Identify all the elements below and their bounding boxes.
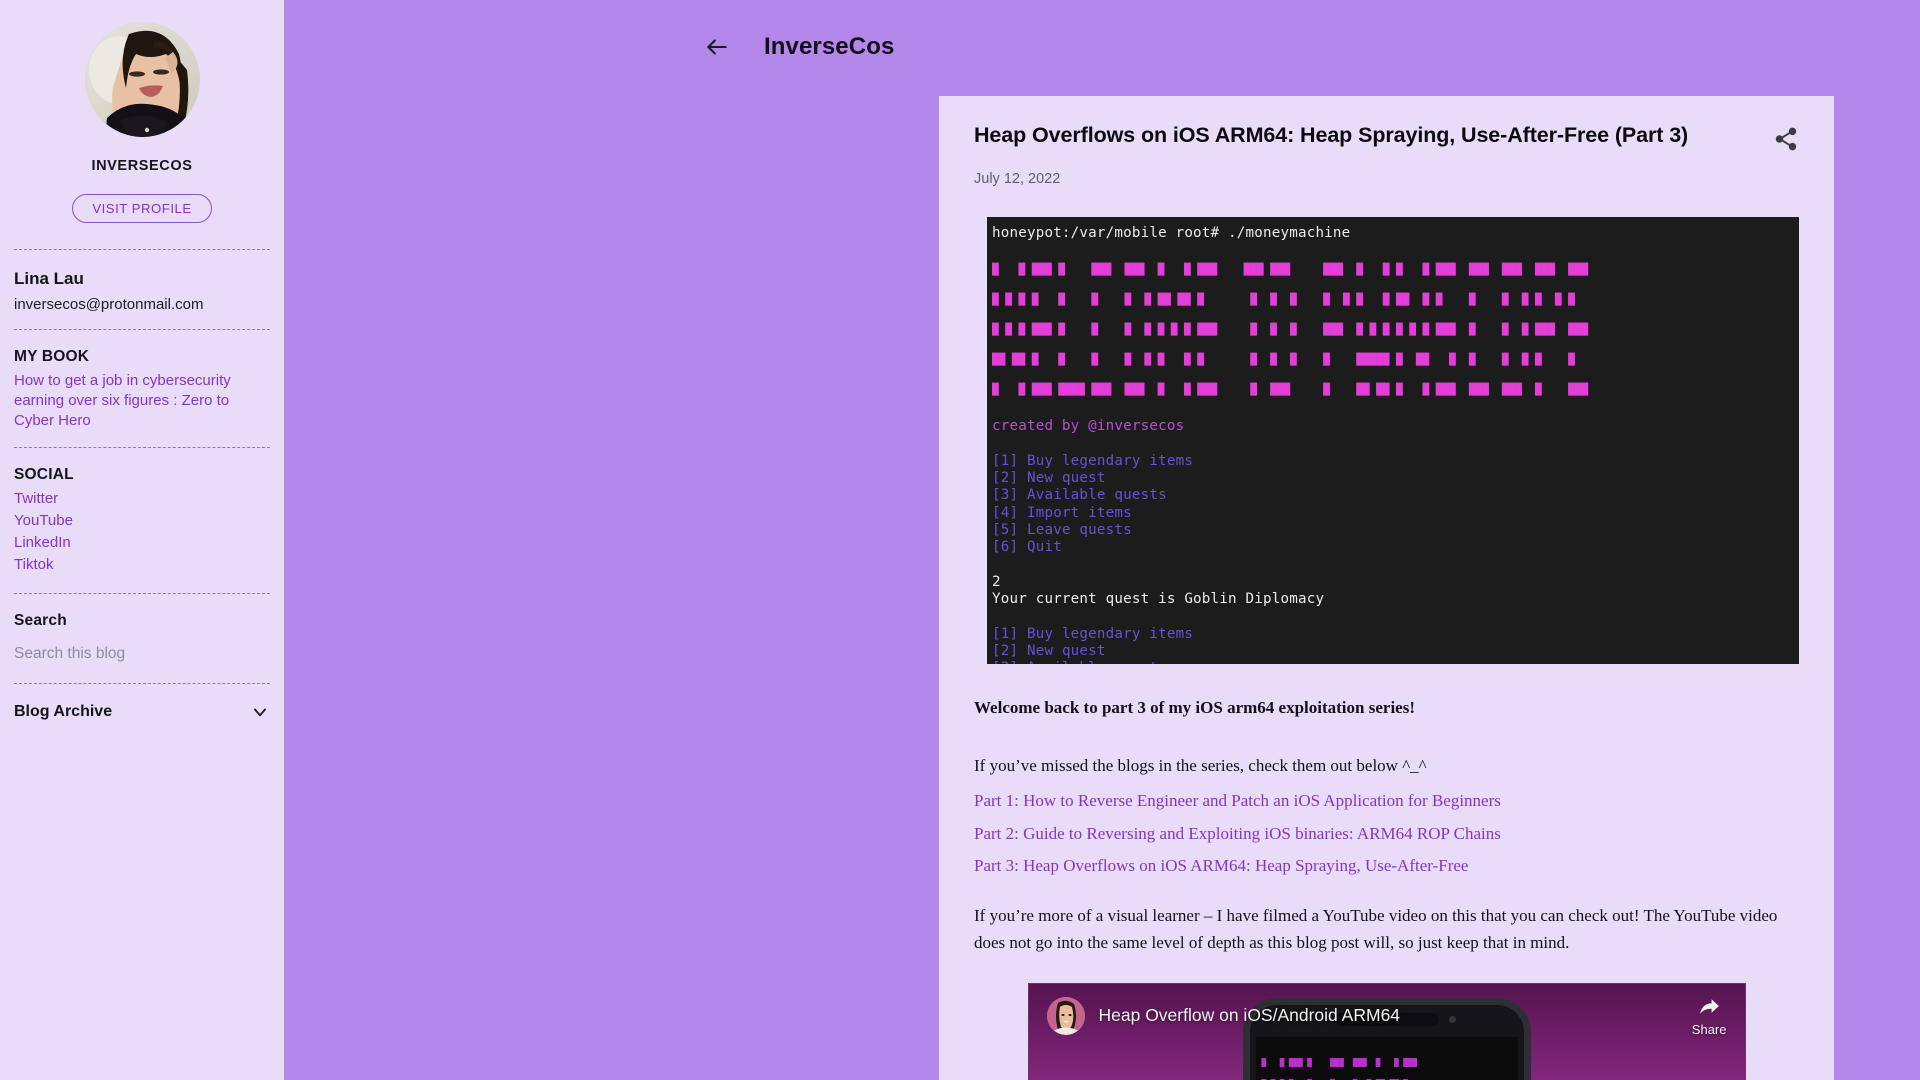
terminal-created-by: created by @inversecos bbox=[992, 418, 1185, 435]
terminal-menu-item: [2] New quest bbox=[992, 643, 1106, 660]
post-title: Heap Overflows on iOS ARM64: Heap Sprayi… bbox=[974, 123, 1689, 147]
video-title: Heap Overflow on iOS/Android ARM64 bbox=[1098, 1005, 1401, 1026]
my-book-block: MY BOOK How to get a job in cybersecurit… bbox=[14, 330, 270, 432]
search-input[interactable] bbox=[14, 635, 270, 668]
phone-ascii-banner: █ █ ███ █ ███ ███ █ █ ███ █ █ █ █ █ █ █ … bbox=[1262, 1045, 1512, 1080]
terminal-menu-item: [2] New quest bbox=[992, 470, 1106, 487]
terminal-input: 2 bbox=[992, 573, 1001, 590]
terminal-menu-item: [4] Import items bbox=[992, 504, 1132, 521]
terminal-menu-item: [5] Leave quests bbox=[992, 522, 1132, 539]
share-arrow-icon bbox=[1699, 999, 1719, 1015]
avatar-image bbox=[84, 22, 200, 137]
avatar-container bbox=[14, 0, 270, 137]
terminal-blank bbox=[990, 609, 1799, 626]
series-link-part3[interactable]: Part 3: Heap Overflows on iOS ARM64: Hea… bbox=[974, 852, 1799, 880]
ascii-row: █ █ ███ █ ███ ███ █ █ ███ ███ ███ ███ █ … bbox=[992, 263, 1589, 277]
terminal-menu-item: [3] Available quests bbox=[992, 487, 1167, 504]
terminal-screenshot: honeypot:/var/mobile root# ./moneymachin… bbox=[987, 217, 1799, 664]
post-date: July 12, 2022 bbox=[974, 171, 1061, 187]
my-book-heading: MY BOOK bbox=[14, 347, 90, 365]
terminal-menu-item: [3] Available quests bbox=[990, 660, 1799, 664]
visit-profile-button[interactable]: VISIT PROFILE bbox=[72, 194, 212, 223]
post-paragraph: If you’re more of a visual learner – I h… bbox=[974, 905, 1778, 953]
video-top-bar: Heap Overflow on iOS/Android ARM64 Share bbox=[1029, 984, 1745, 1048]
social-link-youtube[interactable]: YouTube bbox=[14, 511, 270, 531]
search-block: Search bbox=[14, 594, 270, 668]
terminal-response: Your current quest is Goblin Diplomacy bbox=[992, 591, 1325, 608]
terminal-menu-item: [1] Buy legendary items bbox=[992, 452, 1194, 469]
ascii-banner: █ █ ███ █ ███ ███ █ █ ███ ███ ███ ███ █ … bbox=[992, 245, 1799, 415]
blog-archive-label: Blog Archive bbox=[14, 703, 113, 721]
blog-title: InverseCos bbox=[764, 33, 895, 60]
series-link-part1[interactable]: Part 1: How to Reverse Engineer and Patc… bbox=[974, 787, 1799, 815]
ascii-row: █ █ ███ ████ ███ ███ █ █ ███ █ ███ █ ██ … bbox=[992, 383, 1589, 397]
video-share-label: Share bbox=[1691, 1022, 1727, 1038]
social-link-tiktok[interactable]: Tiktok bbox=[14, 555, 270, 575]
social-link-twitter[interactable]: Twitter bbox=[14, 489, 270, 509]
ascii-row: ██ ██ █ █ █ █ █ █ █ █ █ █ █ █ █████ █ ██… bbox=[992, 353, 1589, 367]
author-name: Lina Lau bbox=[14, 269, 84, 288]
avatar[interactable] bbox=[84, 22, 200, 137]
video-avatar-image bbox=[1046, 996, 1085, 1035]
ascii-row: █ █ █ ███ █ █ █ █ █ █ █ ███ █ █ █ ███ █ … bbox=[992, 323, 1589, 337]
youtube-video-embed[interactable]: Heap Overflow on iOS/Android ARM64 Share… bbox=[1027, 982, 1746, 1080]
chevron-down-icon bbox=[250, 702, 270, 722]
visit-profile-container: VISIT PROFILE bbox=[14, 194, 270, 223]
terminal-menu-item: [1] Buy legendary items bbox=[992, 625, 1194, 642]
share-icon[interactable] bbox=[1773, 126, 1799, 152]
terminal-prompt: honeypot:/var/mobile root# ./moneymachin… bbox=[992, 225, 1351, 241]
social-link-linkedin[interactable]: LinkedIn bbox=[14, 533, 270, 553]
sidebar: INVERSECOS VISIT PROFILE Lina Lau invers… bbox=[0, 0, 284, 1080]
page-root: INVERSECOS VISIT PROFILE Lina Lau invers… bbox=[0, 0, 1920, 1080]
series-link-part2[interactable]: Part 2: Guide to Reversing and Exploitin… bbox=[974, 820, 1799, 848]
ascii-row: █ █ █ █ █ █ █ █ ██ ██ █ █ █ █ █ █ █ █ ██… bbox=[992, 293, 1589, 307]
blog-archive-toggle[interactable]: Blog Archive bbox=[14, 684, 270, 722]
arrow-left-icon[interactable] bbox=[704, 34, 730, 60]
video-channel-avatar[interactable] bbox=[1046, 996, 1085, 1035]
post-lead: Welcome back to part 3 of my iOS arm64 e… bbox=[974, 698, 1415, 717]
post-header: Heap Overflows on iOS ARM64: Heap Sprayi… bbox=[974, 122, 1799, 152]
terminal-blank bbox=[990, 436, 1799, 453]
post-intro: If you’ve missed the blogs in the series… bbox=[974, 755, 1427, 775]
ascii-row: █ █ ███ █ ███ ███ █ █ ███ bbox=[1261, 1057, 1417, 1067]
terminal-blank bbox=[990, 557, 1799, 574]
search-heading: Search bbox=[14, 612, 67, 630]
social-block: SOCIAL Twitter YouTube LinkedIn Tiktok bbox=[14, 448, 270, 575]
main-content: InverseCos Heap Overflows on iOS ARM64: … bbox=[284, 0, 1920, 1080]
video-share-button[interactable]: Share bbox=[1692, 994, 1727, 1037]
post-card: Heap Overflows on iOS ARM64: Heap Sprayi… bbox=[939, 96, 1834, 1080]
author-email: inversecos@protonmail.com bbox=[14, 296, 204, 314]
top-bar: InverseCos bbox=[284, 0, 1920, 94]
post-body: Welcome back to part 3 of my iOS arm64 e… bbox=[974, 694, 1799, 957]
author-block: Lina Lau inversecos@protonmail.com bbox=[14, 250, 270, 315]
social-heading: SOCIAL bbox=[14, 466, 74, 484]
book-link[interactable]: How to get a job in cybersecurity earnin… bbox=[14, 371, 270, 432]
terminal-menu-item: [6] Quit bbox=[992, 539, 1062, 556]
profile-name: INVERSECOS bbox=[91, 158, 193, 174]
